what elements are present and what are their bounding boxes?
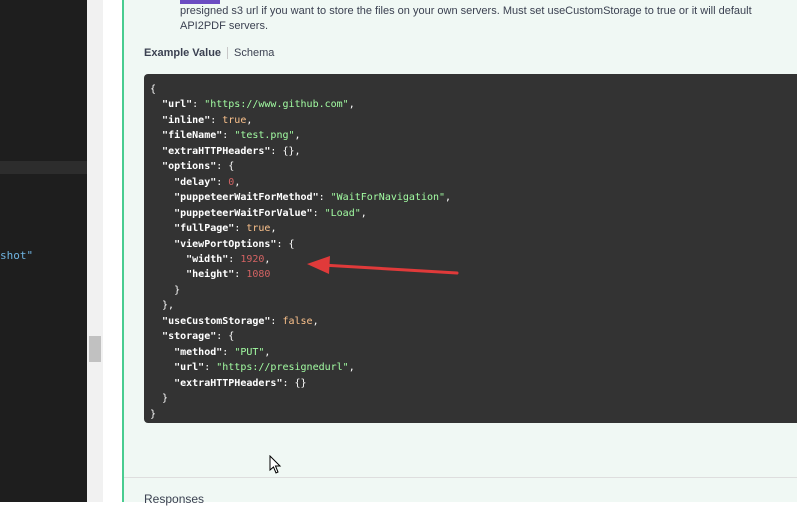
tab-divider <box>227 47 229 59</box>
request-body-section: presigned s3 url if you want to store th… <box>122 0 797 506</box>
code-line: "storage": { <box>162 331 235 343</box>
code-line: "fullPage": true, <box>174 223 277 235</box>
code-line: "width": 1920, <box>186 253 271 265</box>
code-line: "useCustomStorage": false, <box>162 315 319 327</box>
tab-schema[interactable]: Schema <box>234 47 274 59</box>
code-line: } <box>150 284 181 296</box>
editor-code-fragment: shot" <box>0 249 34 262</box>
code-line: "viewPortOptions": { <box>174 238 295 250</box>
editor-scrollbar[interactable] <box>87 0 103 502</box>
code-line: "fileName": "test.png", <box>162 130 301 142</box>
panel-gap <box>103 0 122 502</box>
code-editor-panel: shot" <box>0 0 87 502</box>
parameter-description: presigned s3 url if you want to store th… <box>180 0 790 34</box>
code-line: }, <box>150 300 175 312</box>
section-divider <box>124 477 797 478</box>
code-line: "inline": true, <box>162 114 253 126</box>
code-line: "extraHTTPHeaders": {} <box>174 377 307 389</box>
example-value-code-block[interactable]: { "url": "https://www.github.com", "inli… <box>144 74 797 423</box>
editor-scrollbar-thumb[interactable] <box>89 336 101 362</box>
code-line: } <box>150 408 157 420</box>
code-line: } <box>150 393 169 405</box>
responses-heading: Responses <box>144 492 205 506</box>
code-line: "url": "https://www.github.com", <box>162 99 355 111</box>
example-tabs: Example Value Schema <box>144 47 274 59</box>
code-line: { <box>150 84 157 95</box>
code-line: "puppeteerWaitForMethod": "WaitForNaviga… <box>174 192 452 204</box>
mouse-cursor-icon <box>269 455 282 474</box>
code-line: "extraHTTPHeaders": {}, <box>162 145 301 157</box>
example-json: { "url": "https://www.github.com", "inli… <box>144 74 797 423</box>
tab-example-value[interactable]: Example Value <box>144 47 221 59</box>
editor-line-highlight <box>0 161 87 174</box>
code-line: "delay": 0, <box>174 176 241 188</box>
code-line: "method": "PUT", <box>174 346 271 358</box>
description-marker <box>180 0 220 4</box>
code-line: "url": "https://presignedurl", <box>174 362 355 374</box>
code-line: "height": 1080 <box>186 269 271 281</box>
parameter-description-text: presigned s3 url if you want to store th… <box>180 5 752 32</box>
code-line: "options": { <box>162 161 235 173</box>
code-line: "puppeteerWaitForValue": "Load", <box>174 207 367 219</box>
